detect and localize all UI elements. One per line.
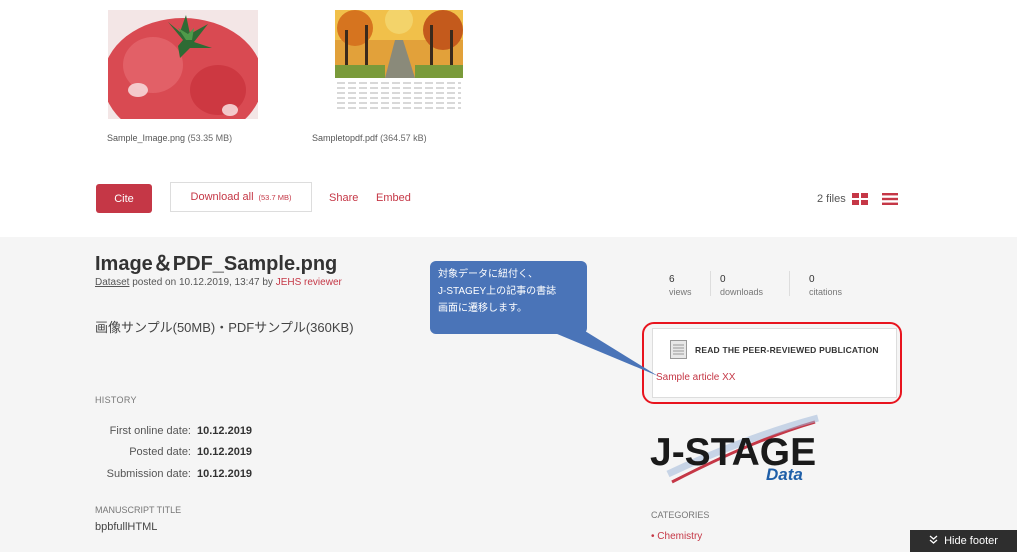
history-heading: HISTORY [95,395,137,405]
category-label: Chemistry [657,531,703,542]
posted-info: Dataset posted on 10.12.2019, 13:47 by J… [95,277,342,288]
hide-footer-button[interactable]: Hide footer [910,530,1017,552]
stat-label: downloads [720,287,764,297]
file-size: (53.35 MB) [187,133,233,143]
download-all-button[interactable]: Download all (53.7 MB) [170,182,312,212]
stat-citations: 0 citations [809,274,842,297]
file-thumbnail-image[interactable] [100,0,295,125]
chevron-down-double-icon [929,535,938,547]
stat-count: 0 [720,274,726,285]
history-value: 10.12.2019 [197,425,253,437]
author-link[interactable]: JEHS reviewer [276,277,342,288]
share-link[interactable]: Share [329,192,358,204]
file-preview-area: Sample_Image.png (53.35 MB) Sampletopdf.… [0,0,1017,237]
jstage-data-logo: J-STAGE Data [650,410,830,490]
annotation-callout: 対象データに紐付く、 J-STAGEY上の記事の書誌 画面に遷移します。 [430,261,587,334]
history-row: Submission date: 10.12.2019 [95,468,295,480]
stat-downloads: 0 downloads [720,274,763,297]
stat-divider [789,271,790,296]
history-key: First online date: [109,425,191,437]
files-count: 2 files [817,193,846,205]
history-value: 10.12.2019 [197,468,253,480]
manuscript-title-value: bpbfullHTML [95,521,158,533]
history-value: 10.12.2019 [197,446,253,458]
highlight-ring [642,322,902,404]
grid-view-icon[interactable] [852,192,868,205]
item-title: Image＆PDF_Sample.png [95,253,338,275]
file-size: (364.57 kB) [380,133,427,143]
callout-line: 画面に遷移します。 [438,303,527,314]
callout-line: 対象データに紐付く、 [438,269,538,280]
stat-count: 0 [809,274,815,285]
download-all-label: Download all [190,191,254,203]
download-all-size: (53.7 MB) [258,192,292,202]
file-name: Sampletopdf.pdf [312,133,378,143]
posted-date-text: posted on 10.12.2019, 13:47 by [129,277,276,288]
history-row: Posted date: 10.12.2019 [95,446,295,458]
autumn-road-image [335,10,463,78]
history-key: Submission date: [106,468,191,480]
callout-line: J-STAGEY上の記事の書誌 [438,286,557,297]
pdf-text-lines [335,80,463,112]
category-item[interactable]: • Chemistry [651,531,702,542]
file-caption-pdf[interactable]: Sampletopdf.pdf (364.57 kB) [312,133,427,143]
file-name: Sample_Image.png [107,133,186,143]
tomato-image [108,10,258,119]
file-thumbnail-pdf[interactable] [315,0,487,125]
dataset-type-link[interactable]: Dataset [95,277,129,288]
stat-label: views [669,287,692,297]
history-key: Posted date: [129,446,191,458]
cite-button[interactable]: Cite [96,184,152,213]
embed-link[interactable]: Embed [376,192,411,204]
list-view-icon[interactable] [882,192,898,205]
stat-views: 6 views [669,274,692,297]
history-row: First online date: 10.12.2019 [95,425,295,437]
file-caption-image[interactable]: Sample_Image.png (53.35 MB) [107,133,232,143]
manuscript-title-heading: MANUSCRIPT TITLE [95,505,182,515]
logo-sub-text: Data [766,465,803,484]
categories-heading: CATEGORIES [651,510,710,520]
hide-footer-label: Hide footer [944,535,998,547]
stat-count: 6 [669,274,675,285]
stat-label: citations [809,287,843,297]
item-description: 画像サンプル(50MB)・PDFサンプル(360KB) [95,320,354,335]
stat-divider [710,271,711,296]
